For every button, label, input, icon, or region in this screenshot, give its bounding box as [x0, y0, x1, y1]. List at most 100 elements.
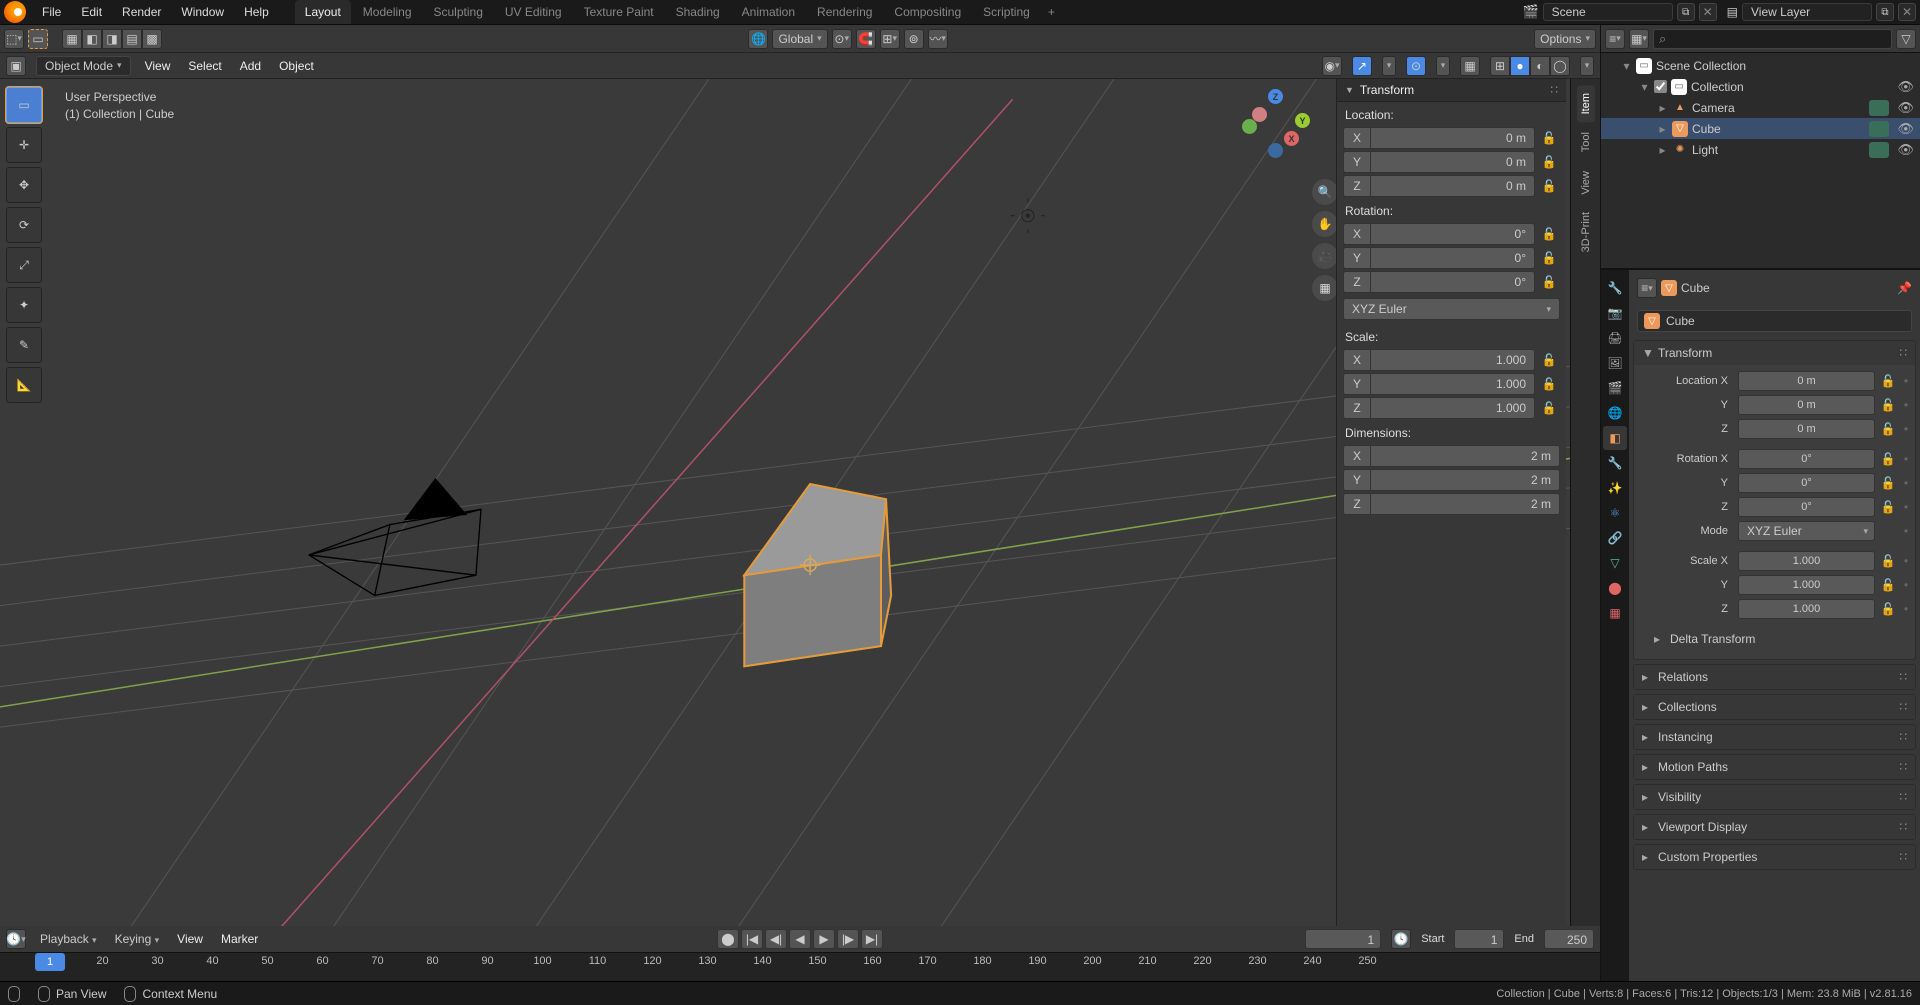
outliner-editor-type-dropdown[interactable]: ≡▾ — [1605, 29, 1625, 49]
camera-view-icon[interactable]: 🎥 — [1312, 243, 1338, 269]
outliner-filter-icon[interactable]: ▽ — [1896, 29, 1916, 49]
tree-item-light[interactable]: ▸✺Light 👁 — [1601, 139, 1920, 160]
tool-move[interactable]: ✥ — [6, 167, 42, 203]
current-frame-input[interactable]: 1 — [1305, 929, 1381, 949]
visibility-toggle-icon[interactable]: 👁 — [1897, 121, 1914, 137]
orientation-gizmo[interactable]: X Y Z — [1240, 89, 1310, 159]
tab-texture-paint[interactable]: Texture Paint — [574, 0, 664, 24]
lock-icon[interactable]: 🔓 — [1538, 155, 1560, 169]
prop-scl-z[interactable]: 1.000 — [1738, 599, 1875, 619]
panel-header[interactable]: ▸Motion Paths∷ — [1634, 755, 1915, 779]
n-scl-z[interactable]: 1.000 — [1371, 397, 1535, 419]
lock-icon[interactable]: 🔓 — [1538, 227, 1560, 241]
ptab-tool[interactable]: 🔧 — [1603, 276, 1627, 300]
prop-rot-z[interactable]: 0° — [1738, 497, 1875, 517]
play-reverse-icon[interactable]: ◀ — [789, 929, 811, 949]
panel-delta-transform-header[interactable]: ▸Delta Transform — [1638, 627, 1911, 651]
tab-uv-editing[interactable]: UV Editing — [495, 0, 572, 24]
viewlayer-new-button[interactable]: ⧉ — [1876, 3, 1894, 21]
tree-scene-collection[interactable]: ▾▭Scene Collection — [1601, 55, 1920, 76]
n-loc-y[interactable]: 0 m — [1371, 151, 1535, 173]
tl-menu-marker[interactable]: Marker — [217, 930, 262, 948]
visibility-toggle-icon[interactable]: 👁 — [1897, 100, 1914, 116]
prop-loc-y[interactable]: 0 m — [1738, 395, 1875, 415]
show-tool-settings-icon[interactable]: ▭ — [28, 29, 48, 49]
shading-rendered-icon[interactable]: ◯ — [1550, 56, 1570, 76]
panel-header[interactable]: ▸Collections∷ — [1634, 695, 1915, 719]
submenu-select[interactable]: Select — [184, 57, 225, 75]
lock-icon[interactable]: 🔓 — [1879, 374, 1897, 388]
submenu-add[interactable]: Add — [236, 57, 265, 75]
tree-collection[interactable]: ▾▭Collection 👁 — [1601, 76, 1920, 97]
playhead[interactable]: 1 — [35, 953, 65, 971]
lock-icon[interactable]: 🔓 — [1879, 476, 1897, 490]
jump-start-icon[interactable]: |◀ — [741, 929, 763, 949]
panel-header[interactable]: ▸Viewport Display∷ — [1634, 815, 1915, 839]
submenu-object[interactable]: Object — [275, 57, 318, 75]
n-rot-y[interactable]: 0° — [1371, 247, 1535, 269]
timeline-track[interactable]: 1 10203040506070809010011012013014015016… — [0, 952, 1600, 981]
tree-item-cube[interactable]: ▸▽Cube 👁 — [1601, 118, 1920, 139]
tool-cursor[interactable]: ✛ — [6, 127, 42, 163]
tl-menu-playback[interactable]: Playback ▾ — [36, 930, 101, 948]
prop-rotation-mode-dropdown[interactable]: XYZ Euler▾ — [1738, 521, 1875, 541]
zoom-icon[interactable]: 🔍 — [1312, 179, 1338, 205]
shading-solid-icon[interactable]: ● — [1510, 56, 1530, 76]
shading-dd-icon[interactable]: ▾ — [1580, 56, 1594, 76]
scene-new-button[interactable]: ⧉ — [1677, 3, 1695, 21]
menu-edit[interactable]: Edit — [71, 0, 112, 24]
n-scl-x[interactable]: 1.000 — [1371, 349, 1535, 371]
tool-scale[interactable]: ⤢ — [6, 247, 42, 283]
ptab-constraint[interactable]: 🔗 — [1603, 526, 1627, 550]
mode-dropdown[interactable]: Object Mode ▾ — [36, 56, 131, 76]
proportional-falloff-dropdown-icon[interactable]: 〰▾ — [928, 29, 948, 49]
lock-icon[interactable]: 🔓 — [1879, 602, 1897, 616]
autokey-toggle-icon[interactable]: ⬤ — [717, 929, 739, 949]
ptab-object[interactable]: ◧ — [1603, 426, 1627, 450]
prop-scl-y[interactable]: 1.000 — [1738, 575, 1875, 595]
viewlayer-delete-button[interactable]: ✕ — [1898, 3, 1916, 21]
scene-selector[interactable]: Scene — [1543, 3, 1673, 21]
lock-icon[interactable]: 🔓 — [1879, 398, 1897, 412]
outliner-search-input[interactable] — [1653, 29, 1892, 49]
lock-icon[interactable]: 🔓 — [1538, 275, 1560, 289]
next-keyframe-icon[interactable]: |▶ — [837, 929, 859, 949]
n-scl-y[interactable]: 1.000 — [1371, 373, 1535, 395]
tool-transform[interactable]: ✦ — [6, 287, 42, 323]
n-rot-z[interactable]: 0° — [1371, 271, 1535, 293]
properties-editor-type-dropdown[interactable]: ≡▾ — [1637, 278, 1657, 298]
n-loc-x[interactable]: 0 m — [1371, 127, 1535, 149]
visibility-toggle-icon[interactable]: 👁 — [1897, 142, 1914, 158]
n-rot-x[interactable]: 0° — [1371, 223, 1535, 245]
ptab-viewlayer[interactable]: 🖼 — [1603, 351, 1627, 375]
timeline-editor-type-dropdown[interactable]: 🕓▾ — [6, 929, 26, 949]
lock-icon[interactable]: 🔓 — [1538, 353, 1560, 367]
collection-enable-checkbox[interactable] — [1654, 80, 1667, 93]
menu-window[interactable]: Window — [171, 0, 234, 24]
lock-icon[interactable]: 🔓 — [1538, 401, 1560, 415]
n-panel-transform-header[interactable]: ▼Transform∷ — [1337, 79, 1566, 102]
use-preview-range-icon[interactable]: 🕓 — [1391, 929, 1411, 949]
tool-rotate[interactable]: ⟳ — [6, 207, 42, 243]
pan-icon[interactable]: ✋ — [1312, 211, 1338, 237]
sel-mode-2-icon[interactable]: ◧ — [82, 29, 102, 49]
xray-toggle-icon[interactable]: ▦ — [1460, 56, 1480, 76]
overlay-dd-icon[interactable]: ▾ — [1436, 56, 1450, 76]
tool-measure[interactable]: 📐 — [6, 367, 42, 403]
sel-mode-3-icon[interactable]: ◨ — [102, 29, 122, 49]
pivot-dropdown-icon[interactable]: ⊙▾ — [832, 29, 852, 49]
end-frame-input[interactable]: 250 — [1544, 929, 1594, 949]
sel-mode-4-icon[interactable]: ▤ — [122, 29, 142, 49]
lock-icon[interactable]: 🔓 — [1879, 500, 1897, 514]
shading-matpreview-icon[interactable]: ◐ — [1530, 56, 1550, 76]
n-tab-item[interactable]: Item — [1577, 85, 1595, 122]
tab-modeling[interactable]: Modeling — [353, 0, 422, 24]
tab-rendering[interactable]: Rendering — [807, 0, 882, 24]
panel-header[interactable]: ▸Visibility∷ — [1634, 785, 1915, 809]
prop-rot-y[interactable]: 0° — [1738, 473, 1875, 493]
ptab-material[interactable]: ⬤ — [1603, 576, 1627, 600]
tool-select-box[interactable]: ▭ — [6, 87, 42, 123]
n-loc-z[interactable]: 0 m — [1371, 175, 1535, 197]
gizmo-dd-icon[interactable]: ▾ — [1382, 56, 1396, 76]
tab-compositing[interactable]: Compositing — [884, 0, 971, 24]
